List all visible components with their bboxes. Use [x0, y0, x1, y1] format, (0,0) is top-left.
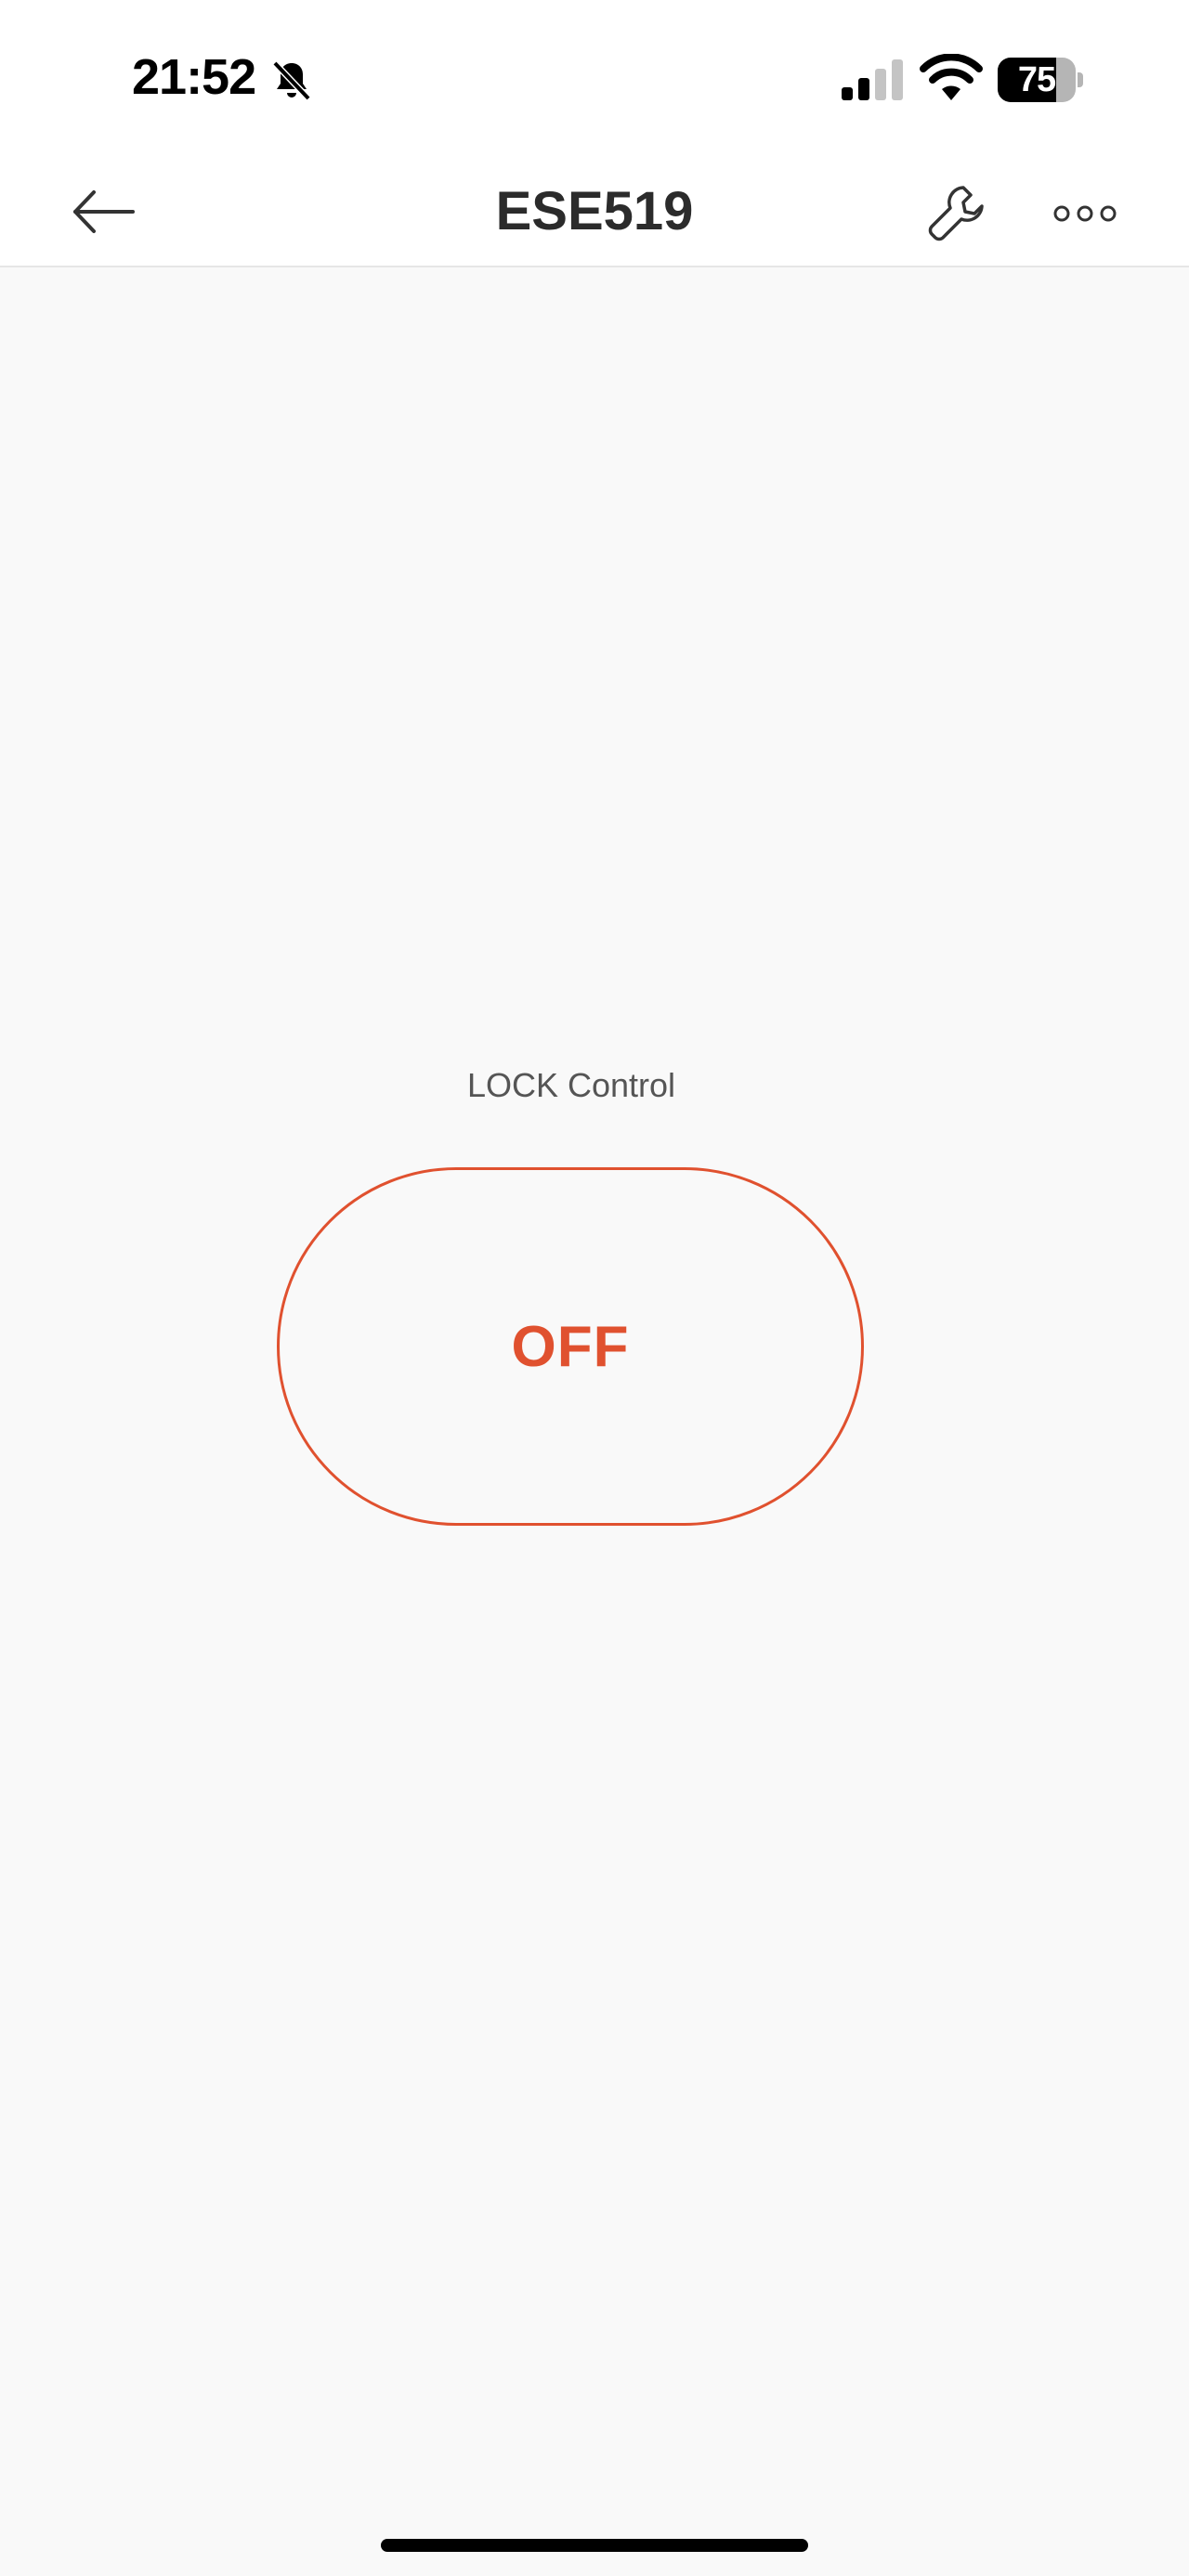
wifi-icon — [920, 54, 983, 100]
home-indicator[interactable] — [381, 2539, 808, 2552]
status-bar: 21:52 75 — [0, 0, 1189, 158]
battery-level: 75 — [1017, 60, 1056, 99]
wrench-icon — [928, 186, 984, 241]
nav-bar: ESE519 — [0, 158, 1189, 267]
more-dots-icon — [1053, 205, 1117, 222]
bell-off-icon — [272, 60, 311, 101]
toggle-state-label: OFF — [511, 1314, 630, 1379]
battery-icon: 75 — [998, 58, 1083, 102]
widget-label: LOCK Control — [466, 1066, 676, 1104]
cellular-signal-icon — [842, 59, 903, 100]
status-time: 21:52 — [132, 49, 256, 105]
back-button[interactable] — [65, 182, 143, 241]
lock-toggle-button[interactable]: OFF — [277, 1167, 864, 1526]
more-options-button[interactable] — [1048, 184, 1122, 243]
arrow-left-icon — [73, 190, 135, 233]
settings-button[interactable] — [920, 180, 994, 245]
page-title: ESE519 — [495, 181, 694, 241]
